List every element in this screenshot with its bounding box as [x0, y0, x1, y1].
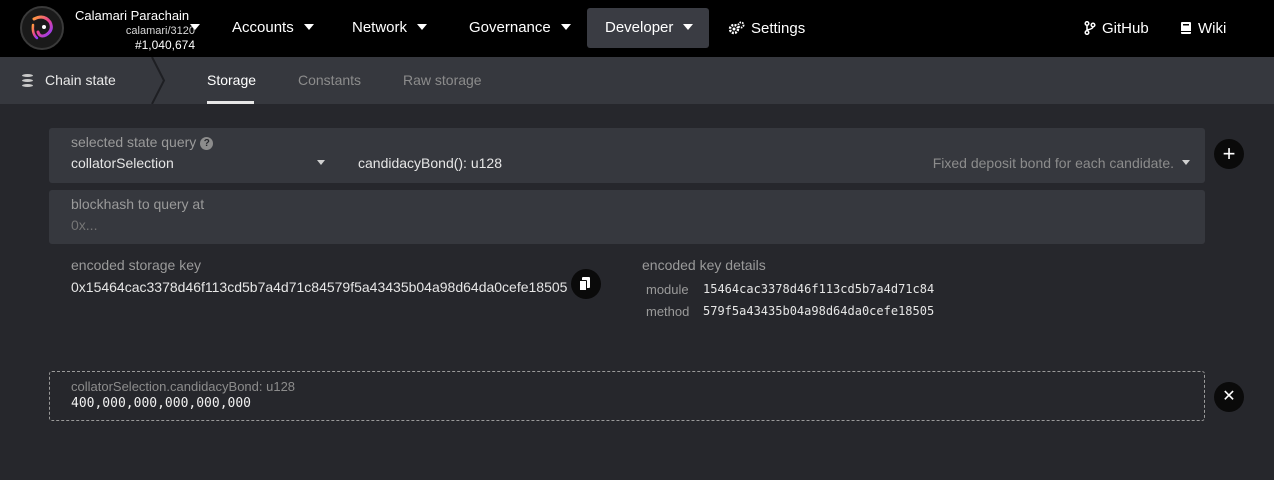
result-label: collatorSelection.candidacyBond: u128 — [71, 379, 296, 394]
chevron-down-icon — [560, 24, 571, 31]
link-label: Wiki — [1198, 20, 1227, 37]
gears-icon — [728, 8, 745, 48]
method-description[interactable]: Fixed deposit bond for each candidate. — [933, 155, 1174, 171]
chain-state-section[interactable]: Chain state — [0, 57, 165, 104]
chain-spec: calamari/3120 — [125, 25, 195, 37]
chevron-down-icon — [303, 24, 314, 31]
query-label-text: selected state query — [71, 134, 197, 150]
method-key-value: 579f5a43435b04a98d64da0cefe18505 — [703, 304, 935, 318]
help-icon[interactable]: ? — [200, 136, 214, 150]
nav-label: Governance — [469, 19, 551, 36]
query-label: selected state query? — [71, 134, 214, 150]
result-value: 400,000,000,000,000,000 — [71, 396, 252, 411]
chevron-down-icon — [683, 24, 694, 31]
chevron-down-icon[interactable] — [317, 160, 325, 165]
method-key-label: method — [646, 304, 690, 319]
nav-label: Developer — [605, 19, 674, 36]
encoded-details-label: encoded key details — [642, 257, 766, 273]
nav-label: Settings — [751, 20, 806, 37]
link-github[interactable]: GitHub — [1066, 8, 1167, 48]
link-wiki[interactable]: Wiki — [1162, 8, 1244, 48]
blockhash-field[interactable]: blockhash to query at — [49, 190, 1205, 244]
nav-accounts[interactable]: Accounts — [214, 8, 332, 48]
encoded-key-value: 0x15464cac3378d46f113cd5b7a4d71c84579f5a… — [71, 279, 568, 295]
encoded-key-label: encoded storage key — [71, 257, 201, 273]
nav-developer[interactable]: Developer — [587, 8, 709, 48]
sub-navigation-bar: Chain state Storage Constants Raw storag… — [0, 57, 1274, 104]
query-result: collatorSelection.candidacyBond: u128 40… — [49, 371, 1205, 421]
tab-storage[interactable]: Storage — [207, 72, 256, 88]
close-icon[interactable]: ✕ — [1214, 382, 1244, 412]
chevron-down-icon[interactable] — [1182, 160, 1190, 165]
nav-network[interactable]: Network — [334, 8, 445, 48]
nav-governance[interactable]: Governance — [451, 8, 589, 48]
nav-label: Network — [352, 19, 408, 36]
blockhash-input[interactable] — [71, 217, 1171, 233]
git-branch-icon — [1084, 8, 1096, 48]
chain-name: Calamari Parachain — [75, 8, 190, 23]
chevron-down-icon[interactable] — [190, 24, 200, 30]
calamari-logo-icon[interactable] — [20, 6, 64, 50]
module-key-label: module — [646, 282, 689, 297]
block-number: #1,040,674 — [134, 38, 195, 52]
tab-constants[interactable]: Constants — [298, 72, 361, 88]
nav-label: Accounts — [232, 19, 294, 36]
book-icon — [1180, 8, 1192, 48]
nav-settings[interactable]: Settings — [710, 8, 823, 48]
breadcrumb-divider — [151, 57, 166, 104]
link-label: GitHub — [1102, 20, 1149, 37]
module-key-value: 15464cac3378d46f113cd5b7a4d71c84 — [703, 282, 935, 296]
section-title: Chain state — [45, 72, 116, 88]
top-navigation-bar: Calamari Parachain calamari/3120 #1,040,… — [0, 0, 1274, 57]
module-dropdown[interactable]: collatorSelection — [71, 155, 174, 171]
add-query-button[interactable]: + — [1214, 139, 1244, 169]
chevron-down-icon — [417, 24, 428, 31]
blockhash-label: blockhash to query at — [71, 196, 205, 212]
chain-selector[interactable]: Calamari Parachain calamari/3120 #1,040,… — [75, 8, 195, 52]
database-icon — [22, 74, 33, 87]
active-tab-indicator — [207, 101, 254, 104]
state-query-selector: selected state query? collatorSelection … — [49, 128, 1205, 183]
tab-raw-storage[interactable]: Raw storage — [403, 72, 482, 88]
method-dropdown[interactable]: candidacyBond(): u128 — [358, 155, 502, 171]
copy-icon[interactable] — [571, 269, 601, 299]
